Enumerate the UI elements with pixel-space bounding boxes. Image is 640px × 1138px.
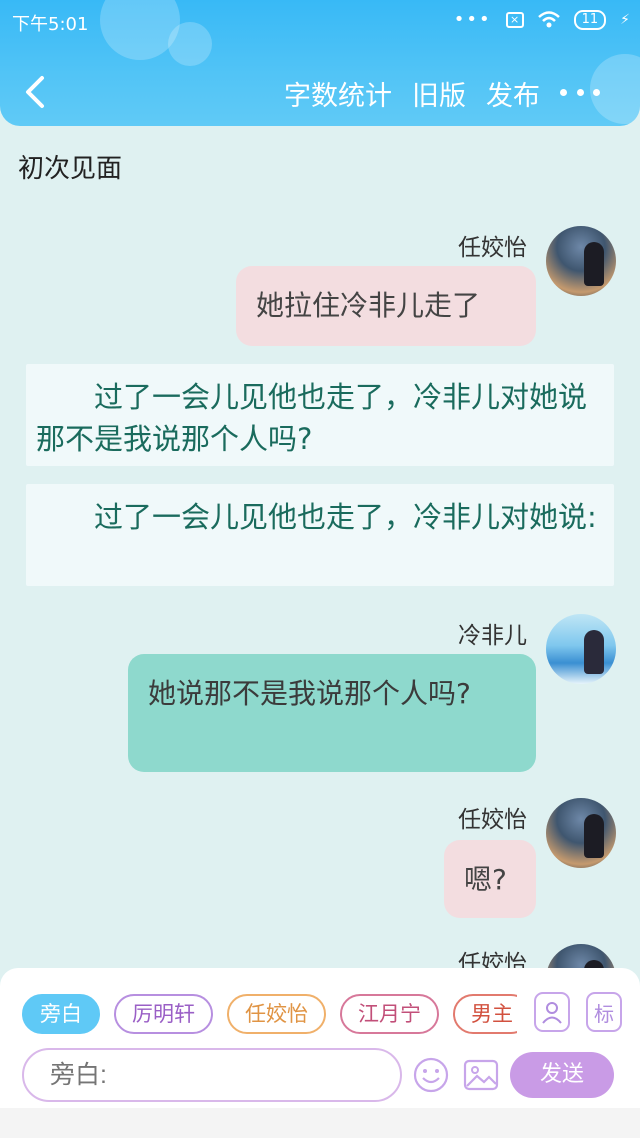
narration-block[interactable]: 过了一会儿见他也走了，冷非儿对她说: (26, 484, 614, 586)
charging-icon: ⚡ (620, 11, 630, 28)
speaker-chips: 旁白 厉明轩 任姣怡 江月宁 男主 (22, 994, 517, 1038)
sim-off-icon: × (505, 11, 524, 28)
nav-actions: 字数统计 旧版 发布 (284, 74, 540, 113)
wifi-icon (537, 10, 560, 27)
avatar[interactable] (546, 798, 616, 868)
chip-character[interactable]: 男主 (453, 994, 517, 1034)
status-time: 下午5:01 (12, 14, 89, 35)
word-count-button[interactable]: 字数统计 (284, 74, 392, 113)
signal-icon: ••• (453, 9, 492, 30)
narration-text: 过了一会儿见他也走了，冷非儿对她说: (94, 500, 597, 534)
message-bubble[interactable]: 嗯? (444, 840, 536, 918)
back-icon[interactable] (20, 72, 50, 112)
chip-narrator[interactable]: 旁白 (22, 994, 100, 1034)
chip-character[interactable]: 任姣怡 (227, 994, 326, 1034)
image-icon[interactable] (462, 1056, 500, 1094)
message-bubble[interactable]: 她拉住冷非儿走了 (236, 266, 536, 346)
tag-button[interactable]: 标 (586, 992, 622, 1032)
chapter-title: 初次见面 (18, 154, 123, 184)
publish-button[interactable]: 发布 (486, 74, 540, 113)
app-header: 下午5:01 ••• × 11 ⚡ 字数统计 旧版 发布 (0, 0, 640, 126)
emoji-icon[interactable] (412, 1056, 450, 1094)
status-icons: ••• × 11 ⚡ (454, 9, 630, 30)
system-nav-area (0, 1108, 640, 1138)
chip-character[interactable]: 江月宁 (340, 994, 439, 1034)
chip-character[interactable]: 厉明轩 (114, 994, 213, 1034)
message-input[interactable] (22, 1048, 402, 1102)
battery-indicator: 11 (573, 9, 607, 30)
more-menu-icon[interactable] (560, 78, 600, 106)
status-bar: 下午5:01 ••• × 11 ⚡ (0, 0, 640, 42)
old-version-button[interactable]: 旧版 (412, 74, 466, 113)
message-bubble[interactable]: 她说那不是我说那个人吗? (128, 654, 536, 772)
character-manage-icon[interactable] (534, 992, 570, 1032)
speaker-name: 任姣怡 (458, 807, 527, 833)
input-panel: 旁白厉明轩任姣怡江月宁男主 标 发送 (0, 968, 640, 1108)
narration-text: 过了一会儿见他也走了，冷非儿对她说那不是我说那个人吗? (36, 380, 588, 456)
avatar[interactable] (546, 226, 616, 296)
nav-bar: 字数统计 旧版 发布 (0, 60, 640, 124)
avatar[interactable] (546, 614, 616, 684)
send-button[interactable]: 发送 (510, 1052, 614, 1098)
narration-block[interactable]: 过了一会儿见他也走了，冷非儿对她说那不是我说那个人吗? (26, 364, 614, 466)
speaker-name: 冷非儿 (458, 623, 527, 649)
speaker-name: 任姣怡 (458, 235, 527, 261)
